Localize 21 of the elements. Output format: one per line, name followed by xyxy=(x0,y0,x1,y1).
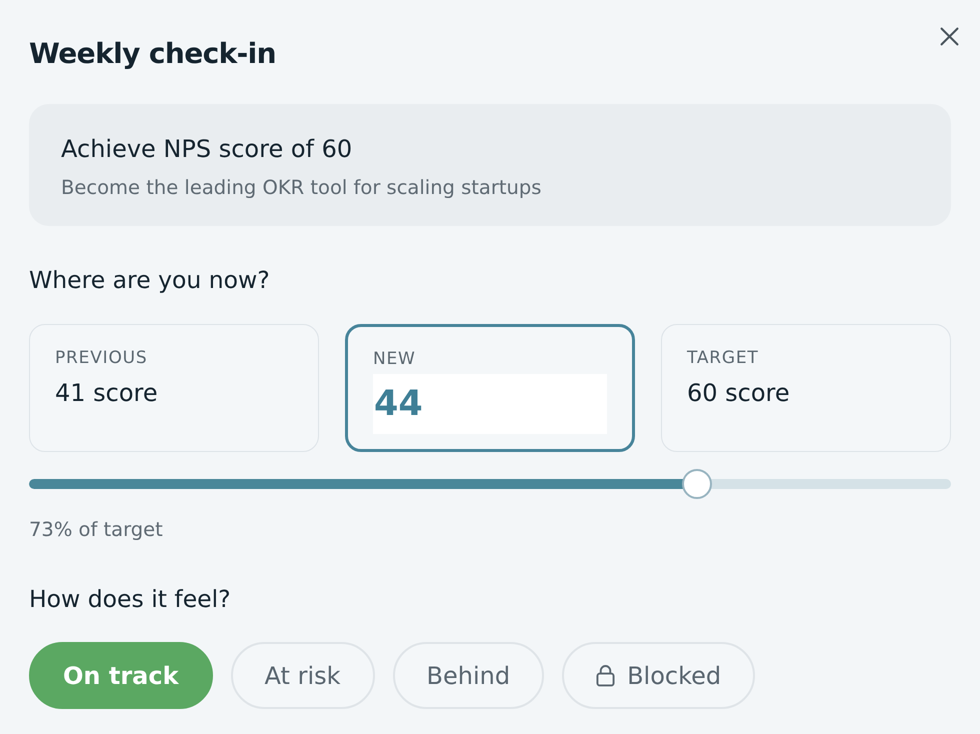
value-label: NEW xyxy=(373,348,416,370)
slider-thumb[interactable] xyxy=(682,469,712,499)
new-value-field[interactable]: 44 xyxy=(373,374,607,434)
value-text: 41 score xyxy=(55,378,158,409)
close-icon xyxy=(940,27,959,46)
close-button[interactable] xyxy=(940,27,959,46)
dialog-title: Weekly check-in xyxy=(29,36,276,72)
progress-reading: 73% of target xyxy=(29,517,163,543)
section-heading: How does it feel? xyxy=(29,584,231,614)
status-option[interactable]: Behind xyxy=(392,642,544,709)
value-text: 60 score xyxy=(687,378,790,409)
objective-title: Achieve NPS score of 60 xyxy=(61,134,352,164)
section-heading: Where are you now? xyxy=(29,265,270,295)
objective-subtitle: Become the leading OKR tool for scaling startups xyxy=(61,175,542,201)
value-label: PREVIOUS xyxy=(55,347,148,369)
status-option[interactable]: Blocked xyxy=(562,642,756,709)
status-option[interactable]: At risk xyxy=(230,642,375,709)
value-label: TARGET xyxy=(687,347,759,369)
status-option[interactable]: On track xyxy=(29,642,213,709)
slider-track[interactable] xyxy=(29,479,951,489)
lock-icon xyxy=(596,664,616,687)
